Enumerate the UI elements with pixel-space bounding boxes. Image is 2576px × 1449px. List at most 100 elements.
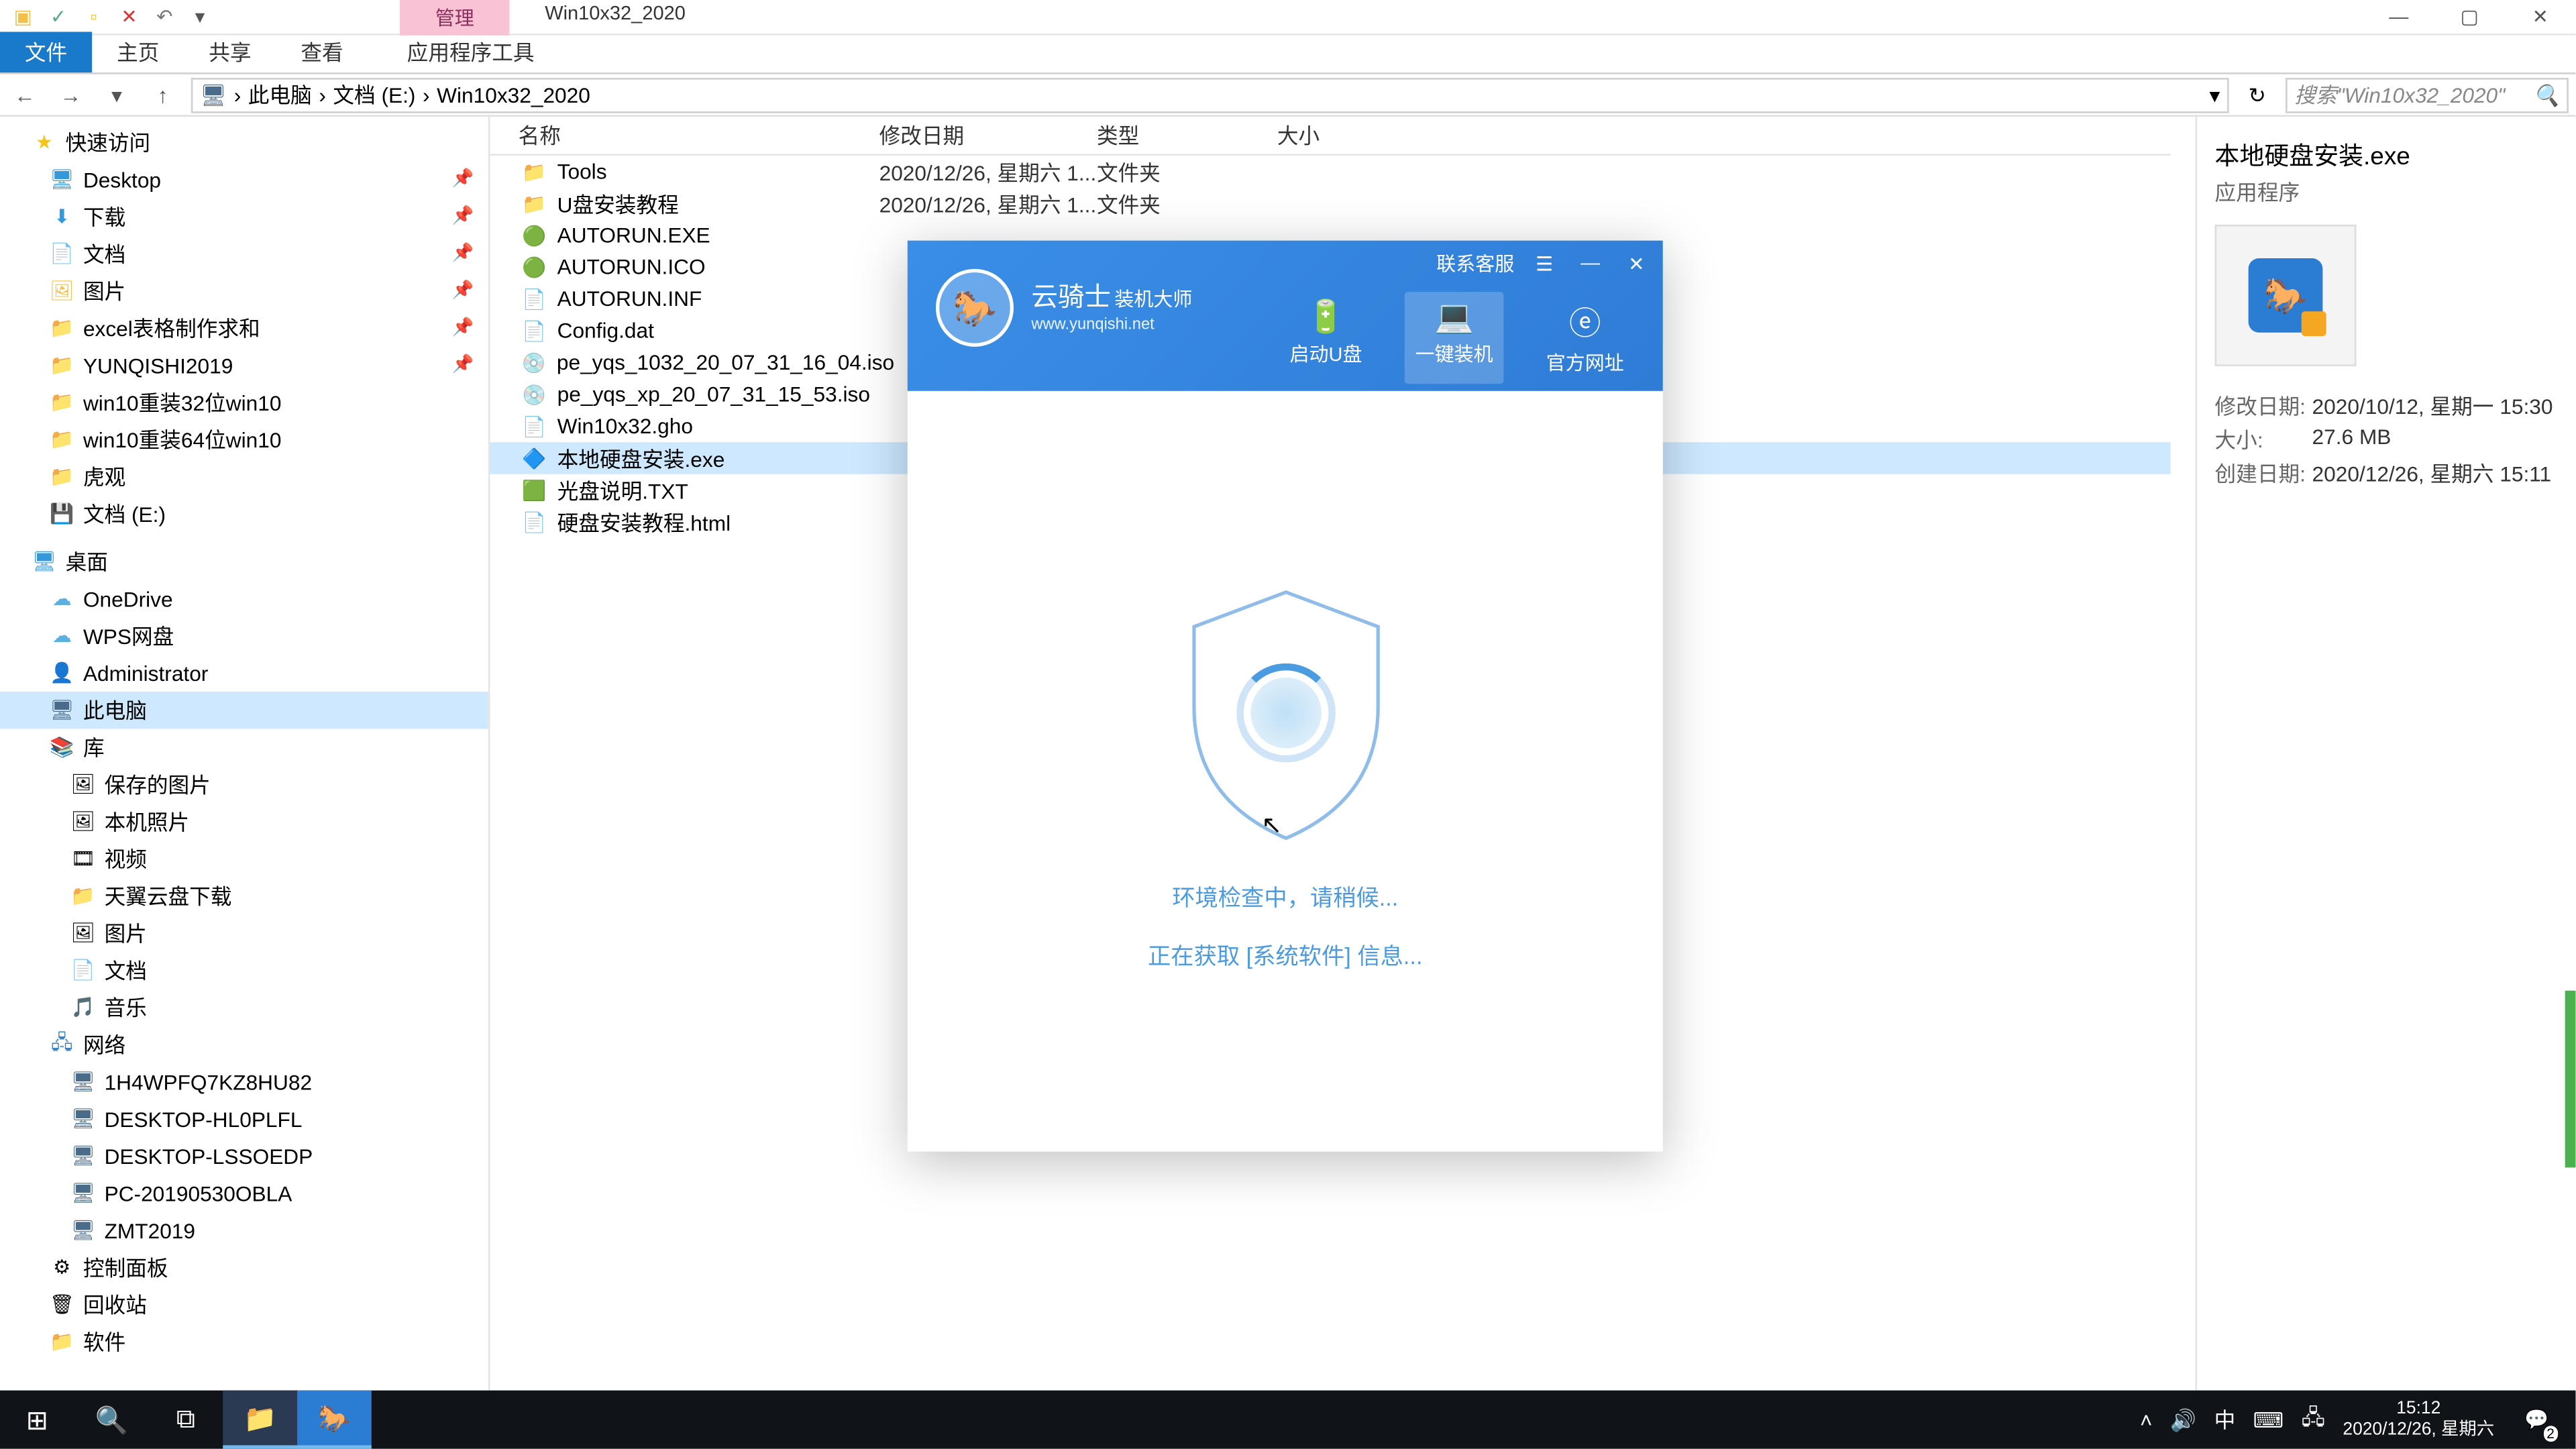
sidebar-pictures[interactable]: 🖼图片📌 xyxy=(0,272,488,309)
tab-label: 启动U盘 xyxy=(1289,345,1362,366)
sidebar-administrator[interactable]: 👤Administrator xyxy=(0,655,488,692)
ribbon-tab-view[interactable]: 查看 xyxy=(276,32,368,72)
folder-icon: 📁 xyxy=(50,316,74,341)
sidebar-label: 快速访问 xyxy=(66,127,151,158)
taskbar-installer[interactable]: 🐎 xyxy=(297,1391,372,1449)
brand-url: www.yunqishi.net xyxy=(1031,315,1192,334)
installer-close-button[interactable]: ✕ xyxy=(1620,248,1652,279)
sidebar-this-pc[interactable]: 🖥此电脑 xyxy=(0,692,488,729)
installer-tab-oneclick[interactable]: 💻一键装机 xyxy=(1405,292,1504,384)
breadcrumb[interactable]: 🖥 › 此电脑 › 文档 (E:) › Win10x32_2020 ▾ xyxy=(191,77,2229,113)
tray-network-icon[interactable]: 🖧 xyxy=(2302,1401,2325,1438)
sidebar-desktop-cn[interactable]: 🖥桌面 xyxy=(0,543,488,580)
sidebar-yunqishi2019[interactable]: 📁YUNQISHI2019📌 xyxy=(0,347,488,384)
file-icon: 📁 xyxy=(522,159,547,184)
sidebar-recycle-bin[interactable]: 🗑回收站 xyxy=(0,1286,488,1323)
ribbon-tab-apptools[interactable]: 应用程序工具 xyxy=(382,32,559,72)
details-modified-label: 修改日期: xyxy=(2215,391,2312,421)
qat-new-icon[interactable]: ▫ xyxy=(78,1,109,32)
nav-back-button[interactable]: ← xyxy=(7,83,43,107)
sidebar-network-pc3[interactable]: 🖥DESKTOP-LSSOEDP xyxy=(0,1138,488,1175)
context-tab-manage[interactable]: 管理 xyxy=(400,0,509,34)
sidebar-videos[interactable]: 🎞视频 xyxy=(0,841,488,877)
breadcrumb-part-thispc[interactable]: 此电脑 xyxy=(248,80,312,110)
installer-tab-website[interactable]: ⓔ官方网址 xyxy=(1536,292,1635,384)
file-row[interactable]: 📁U盘安装教程2020/12/26, 星期六 1...文件夹 xyxy=(490,188,2170,219)
sidebar-onedrive[interactable]: ☁OneDrive xyxy=(0,580,488,617)
sidebar-network-pc1[interactable]: 🖥1H4WPFQ7KZ8HU82 xyxy=(0,1063,488,1100)
sidebar-local-pictures[interactable]: 🖼本机照片 xyxy=(0,803,488,840)
ribbon-tab-home[interactable]: 主页 xyxy=(92,32,184,72)
sidebar-saved-pictures[interactable]: 🖼保存的图片 xyxy=(0,766,488,803)
sidebar-network-pc2[interactable]: 🖥DESKTOP-HL0PLFL xyxy=(0,1100,488,1137)
breadcrumb-dropdown-icon[interactable]: ▾ xyxy=(2210,83,2220,107)
qat-check-icon[interactable]: ✓ xyxy=(42,1,74,32)
sidebar-label: 此电脑 xyxy=(83,695,147,725)
sidebar-win10-64[interactable]: 📁win10重装64位win10 xyxy=(0,421,488,458)
file-icon: 🟢 xyxy=(522,223,547,248)
close-button[interactable]: ✕ xyxy=(2505,0,2575,34)
sidebar-software[interactable]: 📁软件 xyxy=(0,1323,488,1360)
search-button[interactable]: 🔍 xyxy=(74,1391,149,1449)
sidebar-desktop[interactable]: 🖥Desktop📌 xyxy=(0,161,488,198)
minimize-button[interactable]: — xyxy=(2363,0,2434,34)
start-button[interactable]: ⊞ xyxy=(0,1391,74,1449)
installer-menu-icon[interactable]: ☰ xyxy=(1528,248,1560,279)
sidebar-wps[interactable]: ☁WPS网盘 xyxy=(0,617,488,654)
task-view-button[interactable]: ⧉ xyxy=(149,1391,223,1449)
sidebar-huguan[interactable]: 📁虎观 xyxy=(0,458,488,495)
sidebar-documents2[interactable]: 📄文档 xyxy=(0,952,488,989)
sidebar-downloads[interactable]: ⬇下载📌 xyxy=(0,198,488,235)
nav-history-dropdown[interactable]: ▾ xyxy=(99,83,135,107)
column-size[interactable]: 大小 xyxy=(1277,120,1419,150)
ribbon-tab-share[interactable]: 共享 xyxy=(184,32,276,72)
sidebar-docs-e[interactable]: 💾文档 (E:) xyxy=(0,495,488,532)
sidebar-label: win10重装64位win10 xyxy=(83,425,282,455)
tray-keyboard-icon[interactable]: ⌨ xyxy=(2253,1407,2284,1432)
sidebar-label: 软件 xyxy=(83,1327,125,1357)
sidebar-pictures2[interactable]: 🖼图片 xyxy=(0,914,488,951)
column-name[interactable]: 名称 xyxy=(490,120,879,150)
qat-undo-icon[interactable]: ↶ xyxy=(149,1,180,32)
tray-volume-icon[interactable]: 🔊 xyxy=(2170,1407,2196,1432)
sidebar-libraries[interactable]: 📚库 xyxy=(0,729,488,765)
breadcrumb-part-folder[interactable]: Win10x32_2020 xyxy=(437,83,590,107)
qat-dropdown-icon[interactable]: ▾ xyxy=(184,1,215,32)
sidebar-network-pc5[interactable]: 🖥ZMT2019 xyxy=(0,1212,488,1248)
sidebar-network[interactable]: 🖧网络 xyxy=(0,1026,488,1063)
notification-button[interactable]: 💬2 xyxy=(2512,1395,2562,1444)
sidebar-control-panel[interactable]: ⚙控制面板 xyxy=(0,1249,488,1286)
nav-forward-button[interactable]: → xyxy=(53,83,89,107)
column-type[interactable]: 类型 xyxy=(1097,120,1277,150)
sidebar-music[interactable]: 🎵音乐 xyxy=(0,989,488,1026)
nav-up-button[interactable]: ↑ xyxy=(145,83,180,107)
sidebar-win10-32[interactable]: 📁win10重装32位win10 xyxy=(0,384,488,421)
breadcrumb-part-drive[interactable]: 文档 (E:) xyxy=(333,80,415,110)
file-row[interactable]: 📁Tools2020/12/26, 星期六 1...文件夹 xyxy=(490,156,2170,187)
sidebar-network-pc4[interactable]: 🖥PC-20190530OBLA xyxy=(0,1175,488,1212)
tray-chevron-up-icon[interactable]: ˄ xyxy=(2140,1407,2153,1432)
taskbar-explorer[interactable]: 📁 xyxy=(223,1391,297,1449)
navigation-pane[interactable]: ★快速访问 🖥Desktop📌 ⬇下载📌 📄文档📌 🖼图片📌 📁excel表格制… xyxy=(0,117,490,1394)
maximize-button[interactable]: ▢ xyxy=(2434,0,2505,34)
taskbar-clock[interactable]: 15:12 2020/12/26, 星期六 xyxy=(2343,1399,2494,1440)
sidebar-documents[interactable]: 📄文档📌 xyxy=(0,235,488,272)
installer-minimize-button[interactable]: — xyxy=(1574,248,1606,279)
sidebar-label: 保存的图片 xyxy=(105,769,211,800)
installer-contact-link[interactable]: 联系客服 xyxy=(1436,250,1514,278)
qat-delete-icon[interactable]: ✕ xyxy=(113,1,145,32)
sidebar-label: WPS网盘 xyxy=(83,621,174,651)
scroll-indicator[interactable] xyxy=(2565,991,2576,1168)
sidebar-excel[interactable]: 📁excel表格制作求和📌 xyxy=(0,309,488,346)
column-date[interactable]: 修改日期 xyxy=(879,120,1097,150)
folder-icon[interactable]: ▣ xyxy=(7,1,39,32)
sidebar-quick-access[interactable]: ★快速访问 xyxy=(0,124,488,161)
search-icon[interactable]: 🔍 xyxy=(2533,83,2559,107)
ribbon-tab-file[interactable]: 文件 xyxy=(0,32,92,72)
refresh-button[interactable]: ↻ xyxy=(2239,83,2275,107)
tray-ime-icon[interactable]: 中 xyxy=(2214,1405,2236,1435)
sidebar-tianyi[interactable]: 📁天翼云盘下载 xyxy=(0,877,488,914)
window-controls: — ▢ ✕ xyxy=(2363,0,2575,34)
search-input[interactable]: 搜索"Win10x32_2020" 🔍 xyxy=(2286,77,2569,113)
installer-tab-usb[interactable]: 🔋启动U盘 xyxy=(1279,292,1373,384)
